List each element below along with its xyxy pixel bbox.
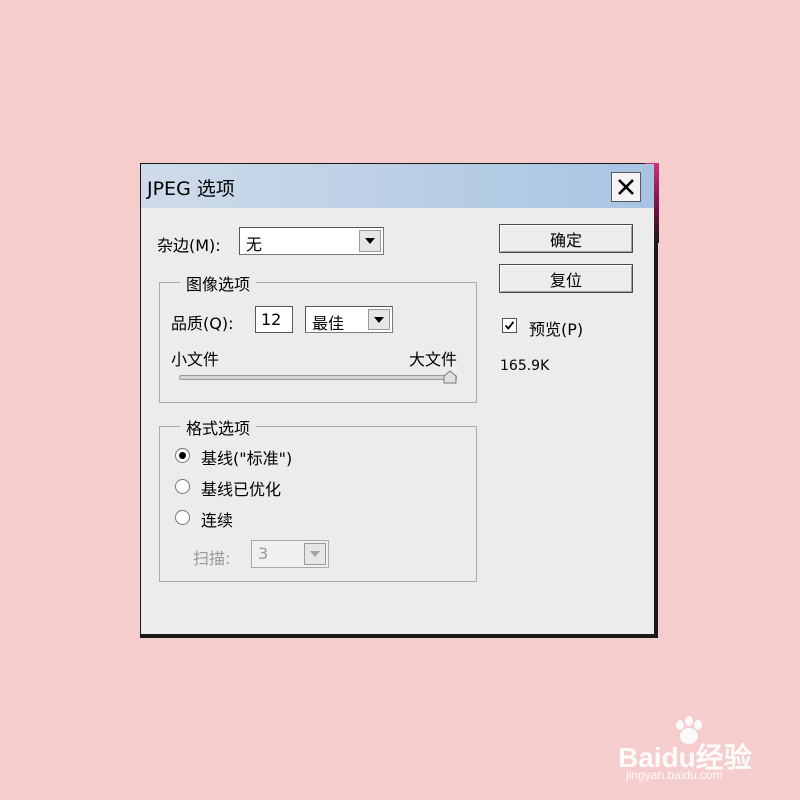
baidu-watermark: Baidu经验 jingyan.baidu.com bbox=[618, 716, 788, 786]
scans-label: 扫描: bbox=[193, 549, 231, 568]
preview-label[interactable]: 预览(P) bbox=[529, 316, 583, 340]
checkmark-icon bbox=[504, 321, 515, 330]
quality-value: 12 bbox=[261, 310, 282, 329]
quality-input[interactable]: 12 bbox=[255, 306, 293, 333]
ok-button-label: 确定 bbox=[549, 230, 582, 250]
reset-button-label: 复位 bbox=[549, 270, 582, 290]
chevron-down-icon bbox=[310, 551, 320, 557]
format-options-title: 格式选项 bbox=[180, 415, 257, 439]
jpeg-options-dialog: JPEG 选项 杂边(M): 无 图像选项 品质(Q): 12 最佳 小文件 大… bbox=[141, 164, 654, 634]
small-file-label: 小文件 bbox=[171, 350, 220, 369]
dialog-title: JPEG 选项 bbox=[147, 178, 235, 200]
image-options-group: 图像选项 bbox=[159, 271, 477, 403]
file-size-readout: 165.9K bbox=[500, 358, 550, 374]
quality-slider-thumb[interactable] bbox=[443, 370, 457, 384]
matte-select[interactable]: 无 bbox=[239, 227, 384, 255]
preview-checkbox[interactable] bbox=[502, 318, 517, 333]
baseline-standard-radio[interactable] bbox=[175, 448, 190, 463]
matte-label: 杂边(M): bbox=[157, 236, 221, 255]
ok-button[interactable]: 确定 bbox=[499, 224, 633, 253]
progressive-radio[interactable] bbox=[175, 510, 190, 525]
close-icon bbox=[618, 179, 634, 195]
matte-dropdown-arrow[interactable] bbox=[359, 230, 381, 252]
image-options-title: 图像选项 bbox=[180, 271, 257, 295]
quality-label: 品质(Q): bbox=[171, 314, 234, 333]
baseline-optimized-radio[interactable] bbox=[175, 479, 190, 494]
reset-button[interactable]: 复位 bbox=[499, 264, 633, 293]
matte-value: 无 bbox=[246, 235, 263, 254]
quality-preset-select[interactable]: 最佳 bbox=[305, 306, 393, 333]
quality-slider-track[interactable] bbox=[179, 375, 457, 380]
large-file-label: 大文件 bbox=[409, 350, 458, 369]
quality-preset-dropdown-arrow[interactable] bbox=[368, 309, 390, 330]
baseline-optimized-label[interactable]: 基线已优化 bbox=[201, 476, 281, 500]
baseline-standard-label[interactable]: 基线("标准") bbox=[201, 445, 292, 469]
progressive-label[interactable]: 连续 bbox=[201, 507, 233, 531]
radio-selected-dot bbox=[179, 452, 186, 459]
quality-preset-value: 最佳 bbox=[312, 314, 345, 333]
chevron-down-icon bbox=[374, 316, 384, 323]
scans-value: 3 bbox=[258, 544, 269, 563]
scans-dropdown-arrow bbox=[304, 543, 326, 565]
title-bar[interactable]: JPEG 选项 bbox=[141, 164, 654, 208]
close-button[interactable] bbox=[611, 172, 641, 202]
chevron-down-icon bbox=[365, 238, 375, 244]
watermark-url: jingyan.baidu.com bbox=[626, 768, 723, 782]
scans-select: 3 bbox=[251, 540, 329, 568]
